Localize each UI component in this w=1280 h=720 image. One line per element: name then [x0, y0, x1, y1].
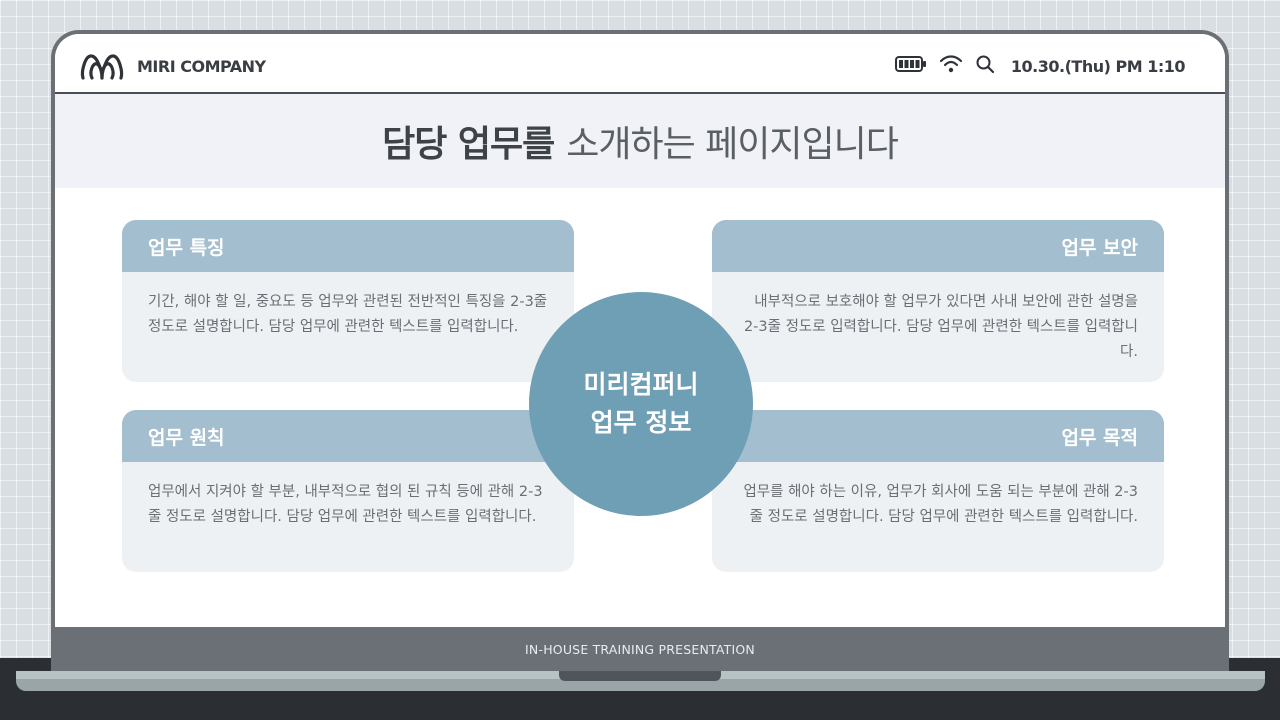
- card-principles: 업무 원칙 업무에서 지켜야 할 부분, 내부적으로 협의 된 규칙 등에 관해…: [122, 410, 574, 572]
- card-title: 업무 원칙: [122, 410, 574, 462]
- footer-label: IN-HOUSE TRAINING PRESENTATION: [525, 642, 755, 657]
- card-body: 내부적으로 보호해야 할 업무가 있다면 사내 보안에 관한 설명을 2-3줄 …: [743, 294, 1138, 360]
- slide-screen: MIRI COMPANY 10.30.(Thu) PM 1:10 담당 업무를 …: [55, 34, 1225, 627]
- battery-icon: [894, 56, 927, 76]
- wifi-icon[interactable]: [939, 55, 963, 77]
- logo-icon: [79, 52, 125, 86]
- status-area: 10.30.(Thu) PM 1:10: [894, 54, 1186, 78]
- company-name: MIRI COMPANY: [137, 57, 266, 76]
- card-security: 업무 보안 내부적으로 보호해야 할 업무가 있다면 사내 보안에 관한 설명을…: [712, 220, 1164, 382]
- center-line-1: 미리컴퍼니: [583, 370, 699, 399]
- page-title: 담당 업무를 소개하는 페이지입니다: [55, 94, 1225, 188]
- laptop-frame: MIRI COMPANY 10.30.(Thu) PM 1:10 담당 업무를 …: [51, 30, 1229, 672]
- card-body: 기간, 해야 할 일, 중요도 등 업무와 관련된 전반적인 특징을 2-3줄 …: [148, 294, 548, 335]
- card-body: 업무에서 지켜야 할 부분, 내부적으로 협의 된 규칙 등에 관해 2-3줄 …: [148, 484, 543, 525]
- top-bar: MIRI COMPANY 10.30.(Thu) PM 1:10: [55, 34, 1225, 94]
- title-bold: 담당 업무를: [382, 124, 555, 165]
- card-title: 업무 목적: [712, 410, 1164, 462]
- card-title: 업무 보안: [712, 220, 1164, 272]
- title-light: 소개하는 페이지입니다: [566, 124, 899, 165]
- center-circle: 미리컴퍼니 업무 정보: [529, 292, 753, 516]
- center-line-2: 업무 정보: [590, 408, 692, 437]
- search-icon[interactable]: [975, 54, 995, 78]
- card-purpose: 업무 목적 업무를 해야 하는 이유, 업무가 회사에 도움 되는 부분에 관해…: [712, 410, 1164, 572]
- laptop-base: [16, 671, 1265, 691]
- card-features: 업무 특징 기간, 해야 할 일, 중요도 등 업무와 관련된 전반적인 특징을…: [122, 220, 574, 382]
- base-notch: [559, 671, 721, 681]
- datetime: 10.30.(Thu) PM 1:10: [1010, 56, 1186, 76]
- card-title: 업무 특징: [122, 220, 574, 272]
- card-body: 업무를 해야 하는 이유, 업무가 회사에 도움 되는 부분에 관해 2-3줄 …: [743, 484, 1138, 525]
